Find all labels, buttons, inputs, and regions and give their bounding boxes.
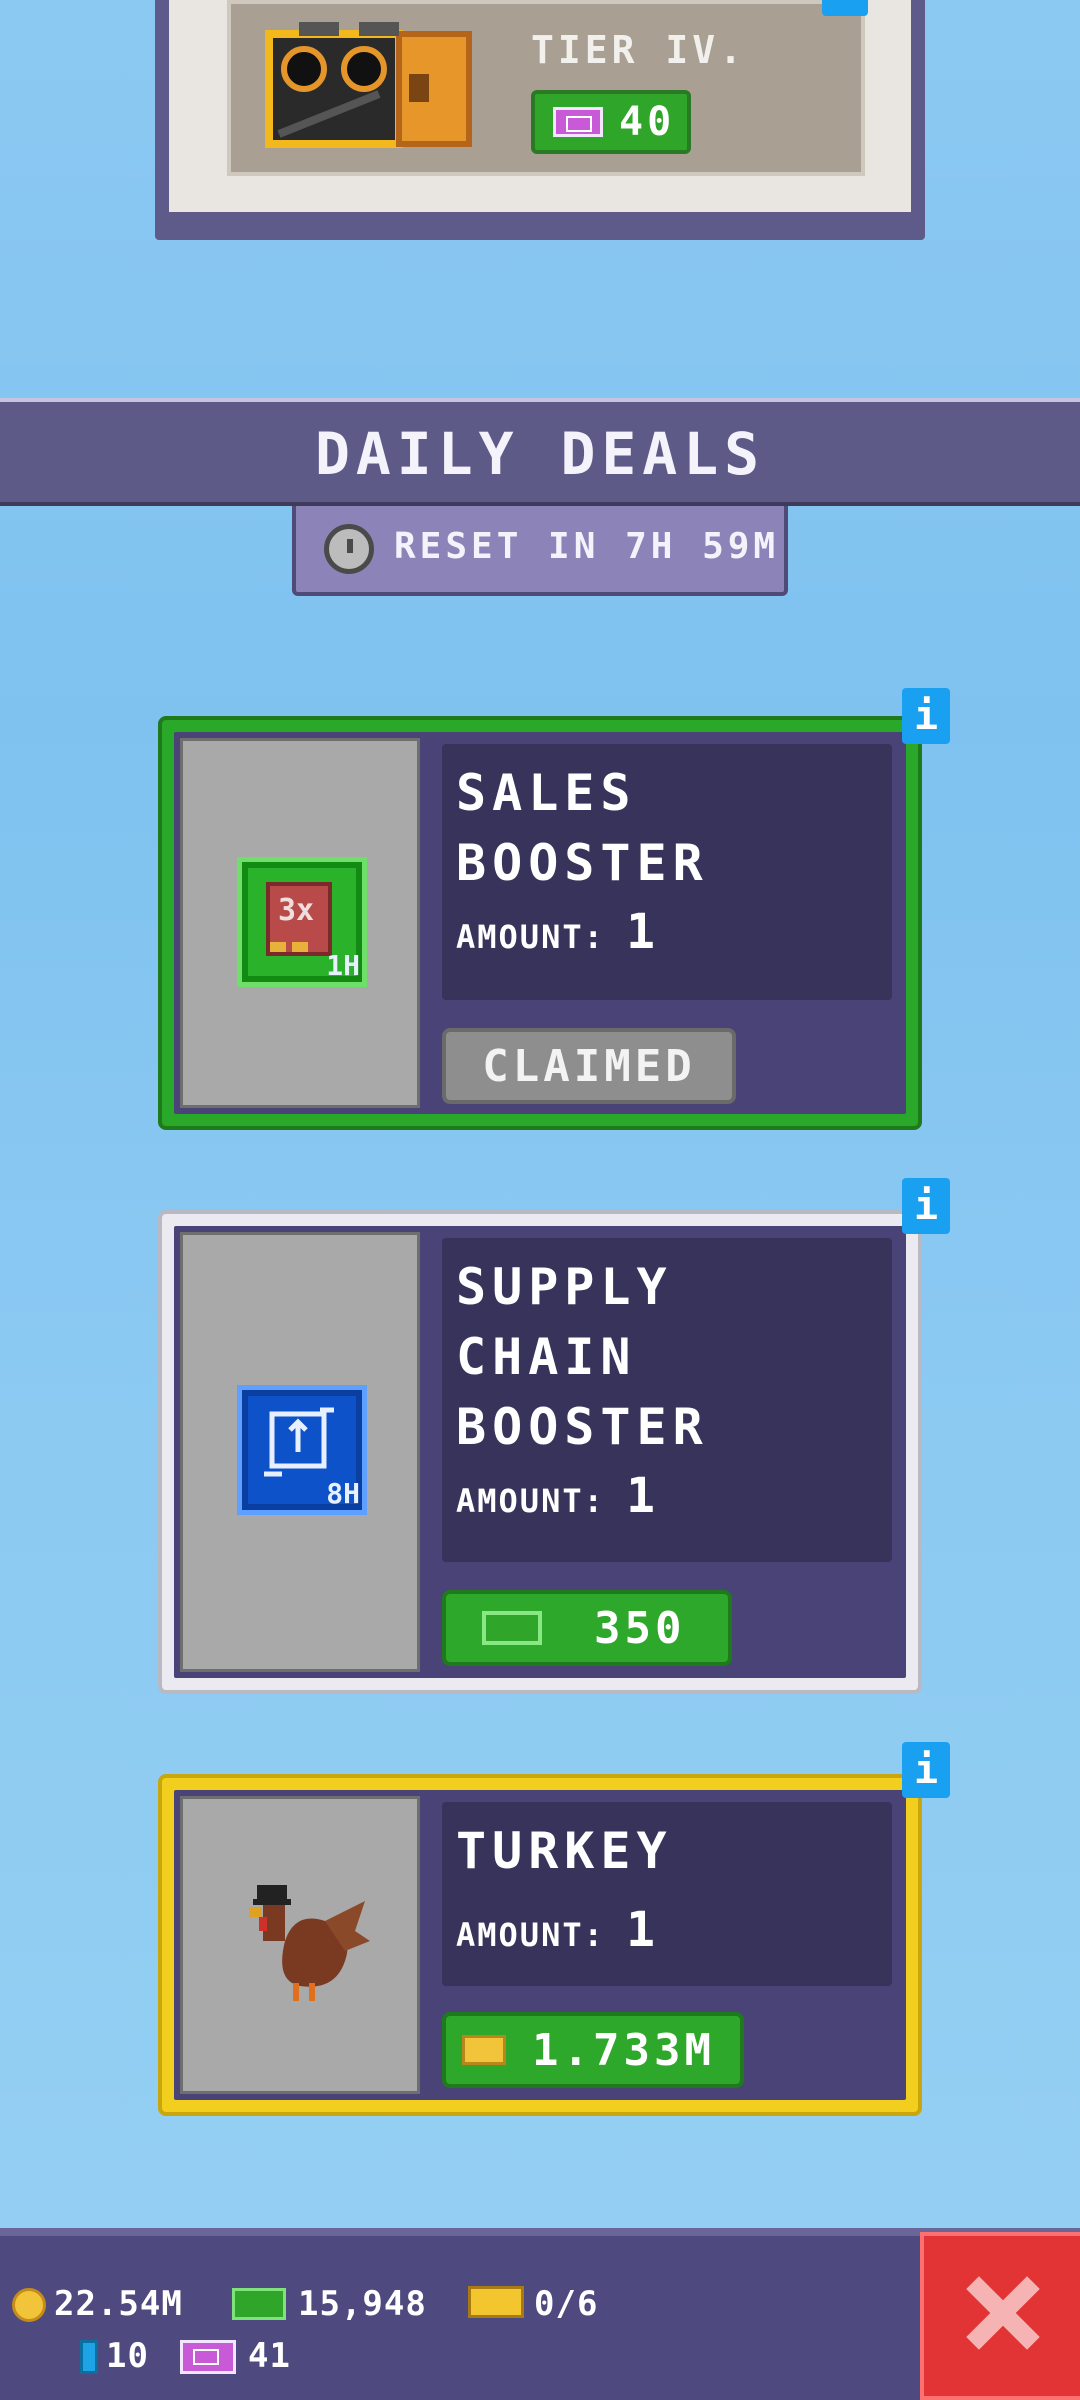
close-button[interactable] [920,2232,1080,2400]
coin-icon [12,2288,46,2322]
tier-price: 40 [619,99,676,145]
deal-title-line: BOOSTER [456,1398,709,1456]
amount-label: AMOUNT: [456,1916,605,1954]
close-icon [966,2276,1038,2348]
deal-title: SUPPLY CHAIN BOOSTER [456,1252,709,1462]
deal-title-box: TURKEY AMOUNT: 1 [442,1802,892,1986]
info-button-turkey[interactable]: i [902,1742,950,1798]
deal-amount: AMOUNT: 1 [456,904,657,960]
tier-buy-button[interactable]: 40 [531,90,691,154]
machine-icon [265,22,472,148]
deal-title-line: TURKEY [456,1822,673,1880]
reset-timer: RESET IN 7H 59M [292,506,788,596]
cash-icon [232,2288,286,2320]
amount-value: 1 [626,1902,658,1958]
section-title: DAILY DEALS [314,420,766,488]
tier-offer-card-inner: TIER IV. 40 [169,0,911,212]
coin-stack-icon [462,2035,506,2065]
tickets-value: 41 [248,2336,291,2376]
deal-title-line: SALES [456,764,637,822]
price: 1.733M [532,2024,715,2076]
duration-badge: 1H [326,949,360,982]
coins-value: 22.54M [54,2284,183,2324]
deal-title: SALES BOOSTER [456,758,709,898]
gems-value: 10 [106,2336,149,2376]
sales-booster-icon: 3x 1H [237,857,367,987]
info-button-sales-booster[interactable]: i [902,688,950,744]
deal-card-body: 3x 1H SALES BOOSTER AMOUNT: 1 CLAIMED [174,732,906,1114]
gem-icon [80,2340,98,2374]
tier-info-button[interactable] [822,0,868,16]
cash-icon [482,1611,542,1645]
ticket-icon [180,2340,236,2374]
deal-title-line: SUPPLY [456,1258,673,1316]
buy-button-supply-chain[interactable]: 350 [442,1590,732,1666]
tier-offer-card: TIER IV. 40 [155,0,925,240]
amount-value: 1 [626,1468,658,1524]
daily-deals-banner: DAILY DEALS [0,398,1080,506]
booster-multiplier: 3x [278,893,314,928]
clock-icon [324,524,374,574]
turkey-icon [249,1885,370,2001]
deal-title: TURKEY [456,1816,673,1886]
deal-title-line: BOOSTER [456,834,709,892]
gold-value: 0/6 [534,2284,599,2324]
buy-button-turkey[interactable]: 1.733M [442,2012,744,2088]
gold-bar-icon [468,2286,524,2318]
amount-label: AMOUNT: [456,918,605,956]
deal-card-body: 8H SUPPLY CHAIN BOOSTER AMOUNT: 1 350 [174,1226,906,1678]
supply-chain-booster-icon: 8H [237,1385,367,1515]
deal-amount: AMOUNT: 1 [456,1902,657,1958]
deal-card-supply-chain-booster: 8H SUPPLY CHAIN BOOSTER AMOUNT: 1 350 [158,1210,922,1694]
info-button-supply-chain[interactable]: i [902,1178,950,1234]
deal-card-body: TURKEY AMOUNT: 1 1.733M [174,1790,906,2100]
deal-image-panel: 8H [180,1232,420,1672]
deal-title-box: SUPPLY CHAIN BOOSTER AMOUNT: 1 [442,1238,892,1562]
deal-card-turkey: TURKEY AMOUNT: 1 1.733M [158,1774,922,2116]
duration-badge: 8H [326,1477,360,1510]
tier-offer-panel: TIER IV. 40 [227,0,865,176]
tier-label: TIER IV. [531,28,747,72]
deal-amount: AMOUNT: 1 [456,1468,657,1524]
deal-title-line: CHAIN [456,1328,637,1386]
deal-card-sales-booster: 3x 1H SALES BOOSTER AMOUNT: 1 CLAIMED [158,716,922,1130]
amount-label: AMOUNT: [456,1482,605,1520]
reset-text: RESET IN 7H 59M [394,526,780,567]
claimed-button[interactable]: CLAIMED [442,1028,736,1104]
amount-value: 1 [626,904,658,960]
cash-value: 15,948 [298,2284,427,2324]
price: 350 [594,1602,686,1654]
deal-image-panel: 3x 1H [180,738,420,1108]
deal-image-panel [180,1796,420,2094]
currency-bar: 22.54M 15,948 0/6 10 41 [0,2228,1080,2400]
ticket-icon [553,107,603,137]
deal-title-box: SALES BOOSTER AMOUNT: 1 [442,744,892,1000]
